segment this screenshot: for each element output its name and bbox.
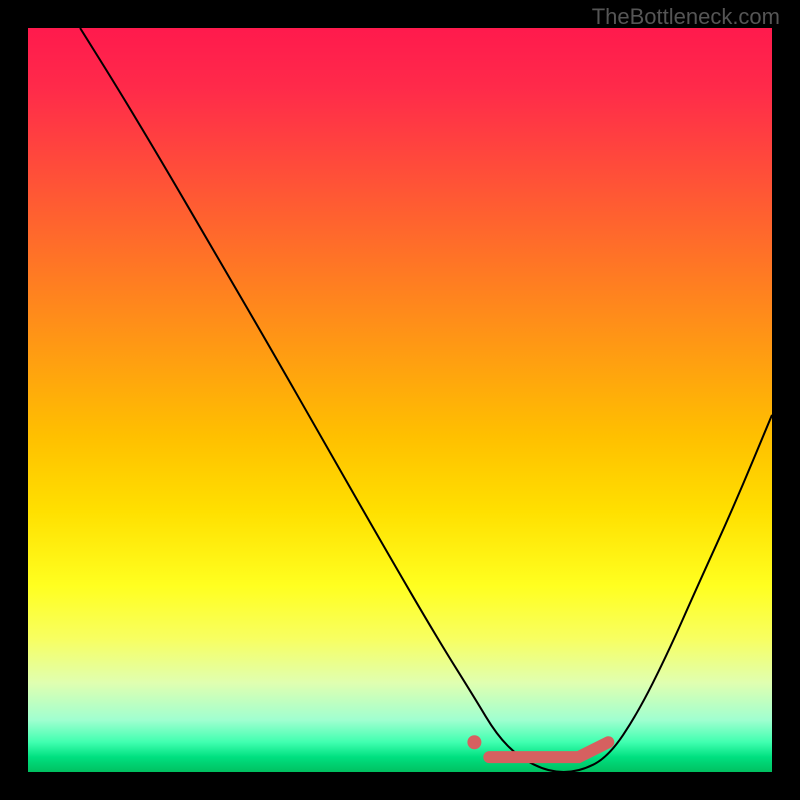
- bottleneck-curve: [80, 28, 772, 772]
- watermark-text: TheBottleneck.com: [592, 4, 780, 30]
- optimal-range-dot: [467, 735, 481, 749]
- chart-plot-area: [28, 28, 772, 772]
- chart-svg: [28, 28, 772, 772]
